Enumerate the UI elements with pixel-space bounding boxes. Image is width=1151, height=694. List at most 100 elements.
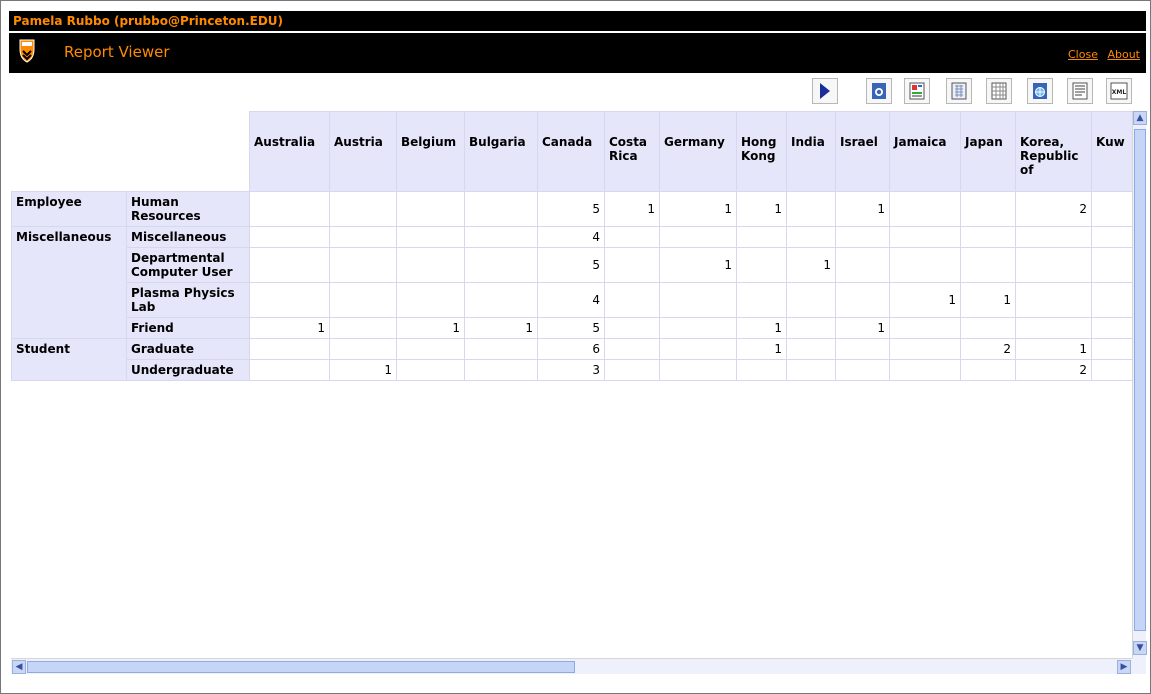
value-cell <box>396 191 465 227</box>
vertical-scrollbar[interactable]: ▲ ▼ <box>1132 111 1147 669</box>
table-row: Miscellaneous Miscellaneous 4 <box>11 226 1132 339</box>
value-cell <box>604 226 660 248</box>
horizontal-scroll-thumb[interactable] <box>27 661 575 673</box>
user-name: Pamela Rubbo (prubbo@Princeton.EDU) <box>13 14 284 28</box>
value-cell <box>736 359 787 381</box>
group-header-cell: Student <box>11 338 127 381</box>
value-cell <box>464 191 538 227</box>
top-links: Close About <box>1062 48 1140 61</box>
table-row: Friend 1 1 1 5 1 1 <box>12 317 1132 339</box>
value-cell: 6 <box>537 338 605 360</box>
value-cell: 5 <box>537 191 605 227</box>
value-cell <box>786 191 836 227</box>
scroll-left-button[interactable]: ◀ <box>12 660 26 674</box>
table-row: Undergraduate 1 3 2 <box>12 359 1132 381</box>
value-cell: 1 <box>736 317 787 339</box>
value-cell <box>329 226 397 248</box>
table-row: Departmental Computer User 5 1 1 <box>12 247 1132 283</box>
value-cell: 1 <box>329 359 397 381</box>
value-cell <box>736 226 787 248</box>
vertical-scroll-thumb[interactable] <box>1134 129 1146 631</box>
value-cell <box>960 191 1016 227</box>
value-cell <box>889 338 961 360</box>
value-cell <box>1015 226 1092 248</box>
column-header: Canada <box>537 111 605 192</box>
column-header: Jamaica <box>889 111 961 192</box>
value-cell <box>249 226 330 248</box>
value-cell: 5 <box>537 317 605 339</box>
value-cell <box>659 317 737 339</box>
column-header: Austria <box>329 111 397 192</box>
export-web-button[interactable] <box>1027 78 1053 104</box>
value-cell <box>396 359 465 381</box>
value-cell: 1 <box>736 191 787 227</box>
column-header: Germany <box>659 111 737 192</box>
value-cell: 2 <box>960 338 1016 360</box>
value-cell <box>786 226 836 248</box>
scroll-corner <box>1132 658 1146 674</box>
value-cell <box>1091 282 1132 318</box>
play-icon <box>820 83 830 99</box>
report-viewer-window: Pamela Rubbo (prubbo@Princeton.EDU) Repo… <box>0 0 1151 694</box>
report-viewport: Australia Austria Belgium Bulgaria Canada Cos… <box>11 111 1132 656</box>
text-format-icon <box>1072 82 1088 100</box>
value-cell <box>960 226 1016 248</box>
value-cell <box>396 226 465 248</box>
close-link[interactable]: Close <box>1068 48 1098 61</box>
scroll-right-button[interactable]: ▶ <box>1117 660 1131 674</box>
value-cell <box>786 282 836 318</box>
about-link[interactable]: About <box>1107 48 1140 61</box>
report-table: Australia Austria Belgium Bulgaria Canada Cos… <box>11 111 1132 381</box>
group-header-cell: Miscellaneous <box>11 226 127 339</box>
row-header-cell: Departmental Computer User <box>126 247 250 283</box>
value-cell <box>604 282 660 318</box>
value-cell <box>604 338 660 360</box>
value-cell <box>736 247 787 283</box>
value-cell: 1 <box>786 247 836 283</box>
value-cell: 1 <box>659 191 737 227</box>
row-header-cell: Undergraduate <box>126 359 250 381</box>
xml-format-icon: XML <box>1110 82 1128 100</box>
text-view-button[interactable] <box>1067 78 1093 104</box>
value-cell <box>786 359 836 381</box>
value-cell <box>835 247 890 283</box>
value-cell: 1 <box>249 317 330 339</box>
user-bar: Pamela Rubbo (prubbo@Princeton.EDU) <box>9 11 1146 31</box>
value-cell <box>889 191 961 227</box>
value-cell <box>249 338 330 360</box>
value-cell <box>786 338 836 360</box>
value-cell <box>1015 247 1092 283</box>
grid-format-icon <box>991 82 1007 100</box>
value-cell <box>329 282 397 318</box>
blank-header-cell <box>11 111 127 192</box>
scroll-down-button[interactable]: ▼ <box>1133 641 1147 655</box>
value-cell: 1 <box>889 282 961 318</box>
row-header-cell: Miscellaneous <box>126 226 250 248</box>
toolbar: XML <box>9 78 1146 108</box>
excel-view-button[interactable] <box>946 78 972 104</box>
column-header: Korea, Republic of <box>1015 111 1092 192</box>
xml-export-button[interactable]: XML <box>1106 78 1132 104</box>
value-cell <box>464 359 538 381</box>
row-header-cell: Graduate <box>126 338 250 360</box>
blank-header-cell <box>126 111 250 192</box>
run-report-button[interactable] <box>812 78 838 104</box>
page-title: Report Viewer <box>64 43 170 61</box>
value-cell <box>960 359 1016 381</box>
web-view-button[interactable] <box>866 78 892 104</box>
value-cell <box>249 359 330 381</box>
horizontal-scrollbar[interactable]: ◀ ▶ <box>11 658 1132 674</box>
value-cell: 4 <box>537 226 605 248</box>
scroll-up-button[interactable]: ▲ <box>1133 111 1147 125</box>
grid-view-button[interactable] <box>986 78 1012 104</box>
value-cell <box>464 338 538 360</box>
value-cell: 3 <box>537 359 605 381</box>
value-cell <box>464 282 538 318</box>
value-cell <box>835 359 890 381</box>
value-cell <box>1091 338 1132 360</box>
table-header-row: Australia Austria Belgium Bulgaria Canada Cos… <box>11 111 1132 192</box>
value-cell <box>249 247 330 283</box>
column-header: Costa Rica <box>604 111 660 192</box>
report-view-button[interactable] <box>904 78 930 104</box>
column-header: Australia <box>249 111 330 192</box>
